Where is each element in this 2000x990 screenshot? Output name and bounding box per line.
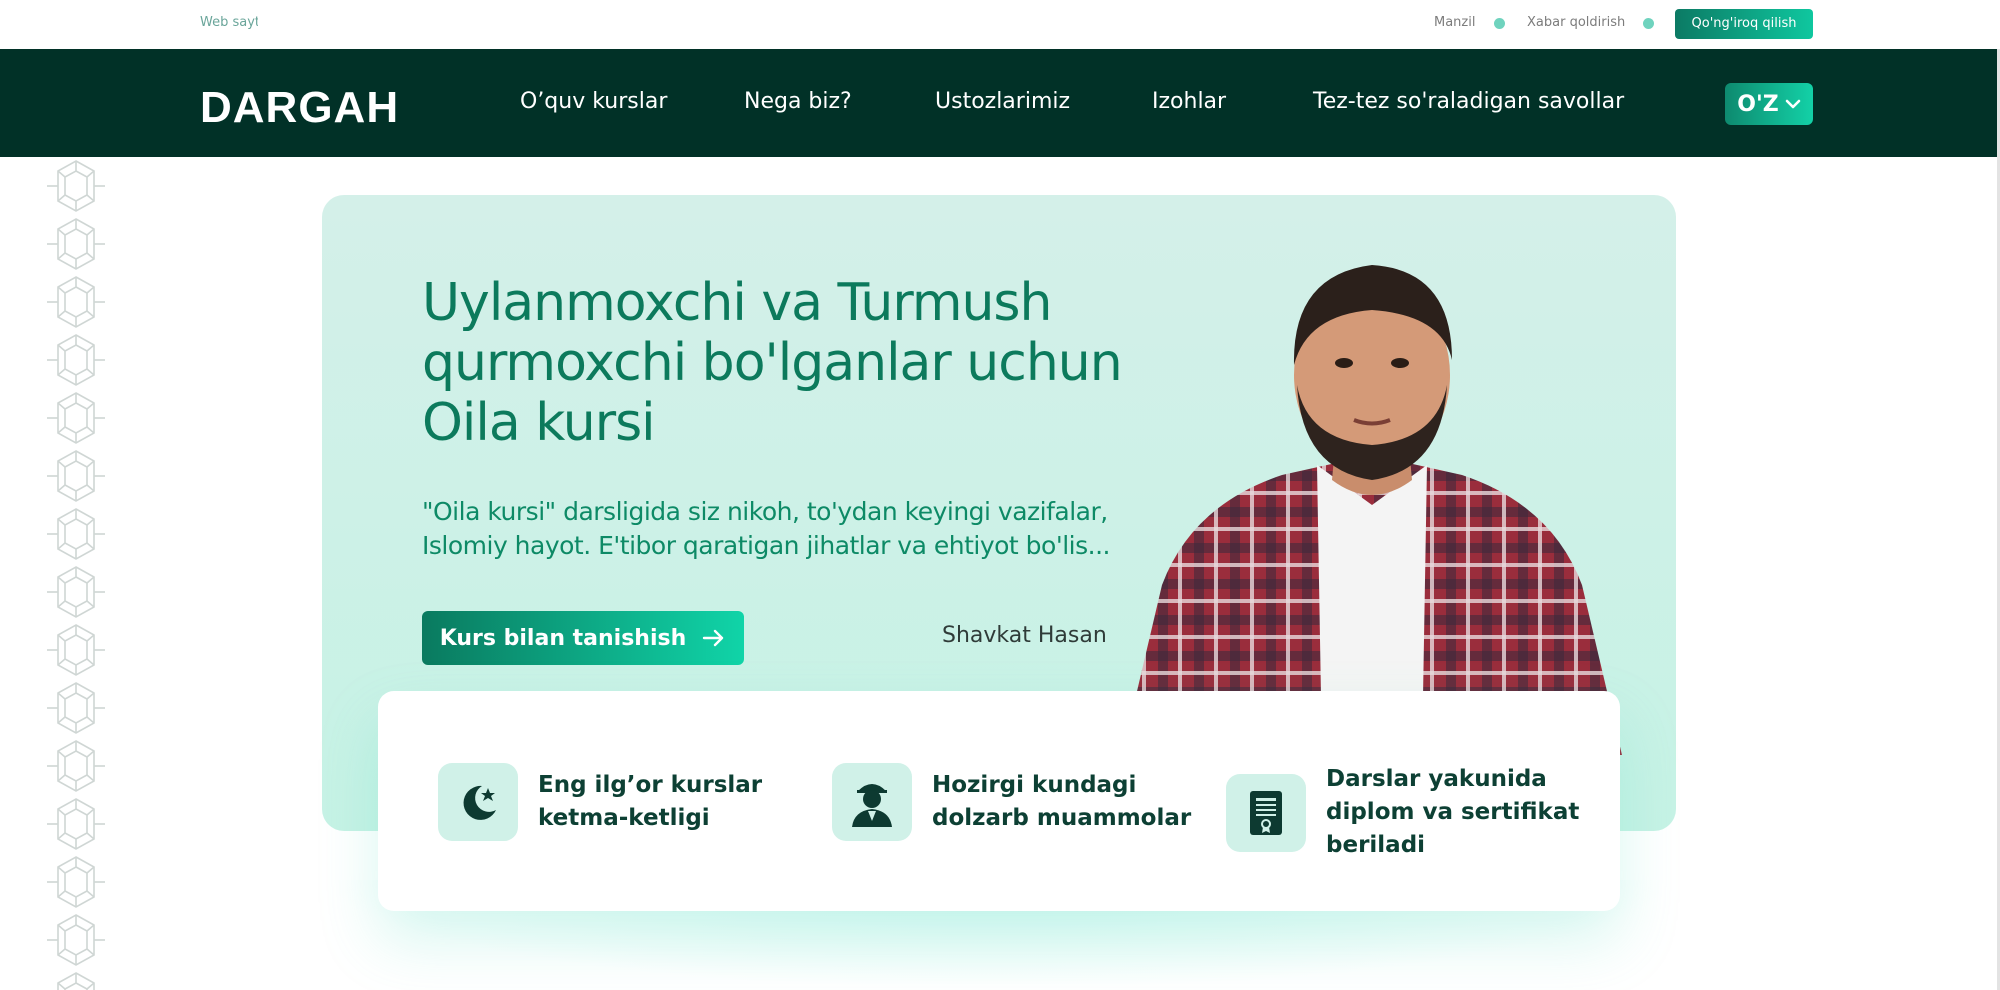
feature-item: Darslar yakunida diplom va sertifikat be…	[1226, 763, 1606, 862]
top-bar: Web sayt Manzil Xabar qoldirish Qo'ng'ir…	[0, 0, 2000, 49]
moon-star-icon	[438, 763, 518, 841]
nav-item-faq[interactable]: Tez-tez so'raladigan savollar	[1313, 89, 1624, 114]
features-card: Eng ilg’or kurslar ketma-ketligi Hozirgi…	[378, 691, 1620, 911]
author-name: Shavkat Hasan	[942, 623, 1107, 648]
main-nav: DARGAH O’quv kurslar Nega biz? Ustozlari…	[0, 49, 2000, 157]
separator-dot	[1494, 18, 1505, 29]
nav-item-why-us[interactable]: Nega biz?	[744, 89, 852, 114]
logo[interactable]: DARGAH	[200, 83, 399, 133]
nav-item-reviews[interactable]: Izohlar	[1152, 89, 1226, 114]
feature-text: Eng ilg’or kurslar ketma-ketligi	[538, 772, 763, 831]
course-intro-label: Kurs bilan tanishish	[439, 625, 687, 651]
call-button[interactable]: Qo'ng'iroq qilish	[1675, 9, 1813, 39]
separator-dot	[1643, 18, 1654, 29]
feature-item: Hozirgi kundagi dolzarb muammolar	[832, 763, 1212, 841]
course-intro-button[interactable]: Kurs bilan tanishish	[422, 611, 744, 665]
certificate-icon	[1226, 773, 1306, 852]
hero-title: Uylanmoxchi va Turmush qurmoxchi bo'lgan…	[422, 273, 1123, 453]
chevron-down-icon	[1785, 99, 1800, 109]
feature-text: Darslar yakunida diplom va sertifikat be…	[1326, 766, 1580, 858]
hero-description: "Oila kursi" darsligida siz nikoh, to'yd…	[422, 497, 1110, 560]
instructor-photo	[1122, 265, 1622, 755]
arrow-right-icon	[703, 629, 724, 647]
language-selector[interactable]: O'Z	[1725, 83, 1813, 125]
ornament-pattern	[47, 157, 105, 990]
nav-item-teachers[interactable]: Ustozlarimiz	[935, 89, 1070, 114]
feature-item: Eng ilg’or kurslar ketma-ketligi	[438, 763, 818, 841]
person-icon	[832, 763, 912, 841]
feature-text: Hozirgi kundagi dolzarb muammolar	[932, 772, 1192, 831]
language-label: O'Z	[1737, 91, 1779, 117]
address-link[interactable]: Manzil	[1434, 15, 1475, 30]
leave-message-link[interactable]: Xabar qoldirish	[1527, 15, 1625, 30]
nav-item-courses[interactable]: O’quv kurslar	[520, 89, 667, 114]
website-link[interactable]: Web sayt	[200, 15, 258, 30]
